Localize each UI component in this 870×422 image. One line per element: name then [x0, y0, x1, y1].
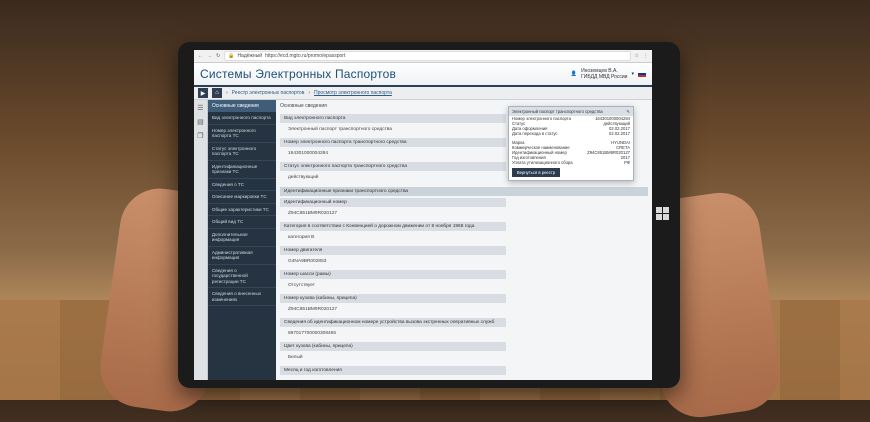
- breadcrumb-registry[interactable]: Реестр электронных паспортов: [232, 90, 305, 96]
- field-value: Отсутствует: [288, 283, 315, 288]
- sidebar-item[interactable]: Общие характеристики ТС: [207, 204, 276, 216]
- field-label: Месяц и год изготовления: [280, 366, 506, 375]
- field-label: Сведения об идентификационном номере уст…: [280, 318, 506, 327]
- app-header: Системы Электронных Паспортов 👤 Иноземце…: [194, 63, 652, 87]
- tablet-device: ← → ↻ 🔒 Надёжный https://ecd.mgto.ru/pro…: [178, 42, 680, 388]
- field-label: Категория в соответствии с Конвенцией о …: [280, 222, 506, 231]
- user-menu[interactable]: 👤 Иноземцев В.А. ГИБДД МВД России ▾: [571, 68, 646, 80]
- field-label: Статус электронного паспорта транспортно…: [280, 162, 506, 171]
- field-value: 897017700000308465: [288, 331, 337, 336]
- url-text: https://ecd.mgto.ru/promo/epassport: [265, 53, 346, 59]
- sidebar-item[interactable]: Статус электронного паспорта ТС: [207, 143, 276, 161]
- screen: ← → ↻ 🔒 Надёжный https://ecd.mgto.ru/pro…: [194, 50, 652, 380]
- secure-label: Надёжный: [237, 53, 263, 59]
- popup-key: Дата перехода в статус: [512, 131, 558, 136]
- list-icon[interactable]: ☰: [197, 104, 203, 112]
- field-value: Белый: [288, 355, 303, 360]
- sidebar-item[interactable]: Идентификационные признаки ТС: [207, 161, 276, 179]
- field-label: Номер двигателя: [280, 246, 506, 255]
- sidebar-item[interactable]: Сведения о государственной регистрации Т…: [207, 265, 276, 288]
- sidebar-item[interactable]: Описание маркировки ТС: [207, 191, 276, 204]
- home-icon[interactable]: ⌂: [212, 88, 222, 98]
- sidebar-item[interactable]: Административная информация: [207, 247, 276, 265]
- pin-icon[interactable]: ✎: [626, 109, 630, 114]
- sidebar-item[interactable]: Дополнительная информация: [207, 229, 276, 247]
- main-content: Основные сведения Вид электронного паспо…: [276, 100, 652, 380]
- field-value: G4NA9BR002853: [288, 259, 327, 264]
- forward-icon[interactable]: →: [207, 53, 212, 59]
- field-label: Идентификационный номер: [280, 198, 506, 207]
- document-icon[interactable]: ▤: [197, 118, 204, 126]
- lock-icon: 🔒: [228, 53, 235, 59]
- return-to-registry-button[interactable]: Вернуться в реестр: [512, 168, 560, 177]
- star-icon[interactable]: ☆: [635, 53, 639, 59]
- back-icon[interactable]: ←: [198, 53, 203, 59]
- user-icon: 👤: [570, 71, 578, 77]
- sidebar-item[interactable]: Сведения о ТС: [207, 179, 276, 191]
- user-org: ГИБДД МВД России: [581, 74, 628, 80]
- field-label: Номер электронного паспорта транспортног…: [280, 138, 506, 147]
- sidebar-item[interactable]: Общий вид ТС: [207, 216, 276, 229]
- sidebar-header[interactable]: Основные сведения: [207, 100, 276, 112]
- chevron-down-icon[interactable]: ▾: [631, 71, 634, 77]
- popup-key: Уплата утилизационного сбора: [512, 160, 573, 165]
- collapse-icon[interactable]: ▶: [198, 88, 208, 98]
- russia-flag-icon[interactable]: [638, 71, 646, 77]
- passport-summary-popup: Электронный паспорт транспортного средст…: [508, 106, 634, 181]
- tool-strip: ☰ ▤ ❐: [194, 100, 208, 380]
- app-title: Системы Электронных Паспортов: [200, 67, 397, 81]
- copy-icon[interactable]: ❐: [197, 132, 203, 140]
- field-label: Номер шасси (рамы): [280, 270, 506, 279]
- browser-toolbar: ← → ↻ 🔒 Надёжный https://ecd.mgto.ru/pro…: [194, 50, 652, 63]
- field-label: Цвет кузова (кабины, прицепа): [280, 342, 506, 351]
- field-label: Номер кузова (кабины, прицепа): [280, 294, 506, 303]
- popup-title: Электронный паспорт транспортного средст…: [512, 109, 603, 114]
- section-header: Идентификационные признаки транспортного…: [280, 187, 648, 196]
- menu-icon[interactable]: ⋮: [643, 53, 648, 59]
- field-value: Z94C851BM9R020127: [288, 307, 338, 312]
- sidebar-item[interactable]: Сведения о внесенных изменениях: [207, 288, 276, 306]
- breadcrumb-sep: ›: [226, 90, 228, 96]
- address-bar[interactable]: 🔒 Надёжный https://ecd.mgto.ru/promo/epa…: [224, 51, 631, 61]
- breadcrumb-current[interactable]: Просмотр электронного паспорта: [314, 90, 392, 96]
- sidebar: Основные сведения Вид электронного паспо…: [207, 100, 276, 380]
- sidebar-item[interactable]: Номер электронного паспорта ТС: [207, 125, 276, 143]
- popup-value: РФ: [624, 160, 630, 165]
- field-value: категория B: [288, 235, 315, 240]
- breadcrumb: ▶ ⌂ › Реестр электронных паспортов › Про…: [194, 87, 652, 100]
- field-label: Вид электронного паспорта: [280, 114, 506, 123]
- sidebar-item[interactable]: Вид электронного паспорта: [207, 112, 276, 125]
- windows-logo-icon[interactable]: [656, 207, 670, 221]
- reload-icon[interactable]: ↻: [216, 53, 220, 59]
- popup-value: 02.02.2017: [609, 131, 630, 136]
- field-value: Z94C851BM9R020127: [288, 211, 338, 216]
